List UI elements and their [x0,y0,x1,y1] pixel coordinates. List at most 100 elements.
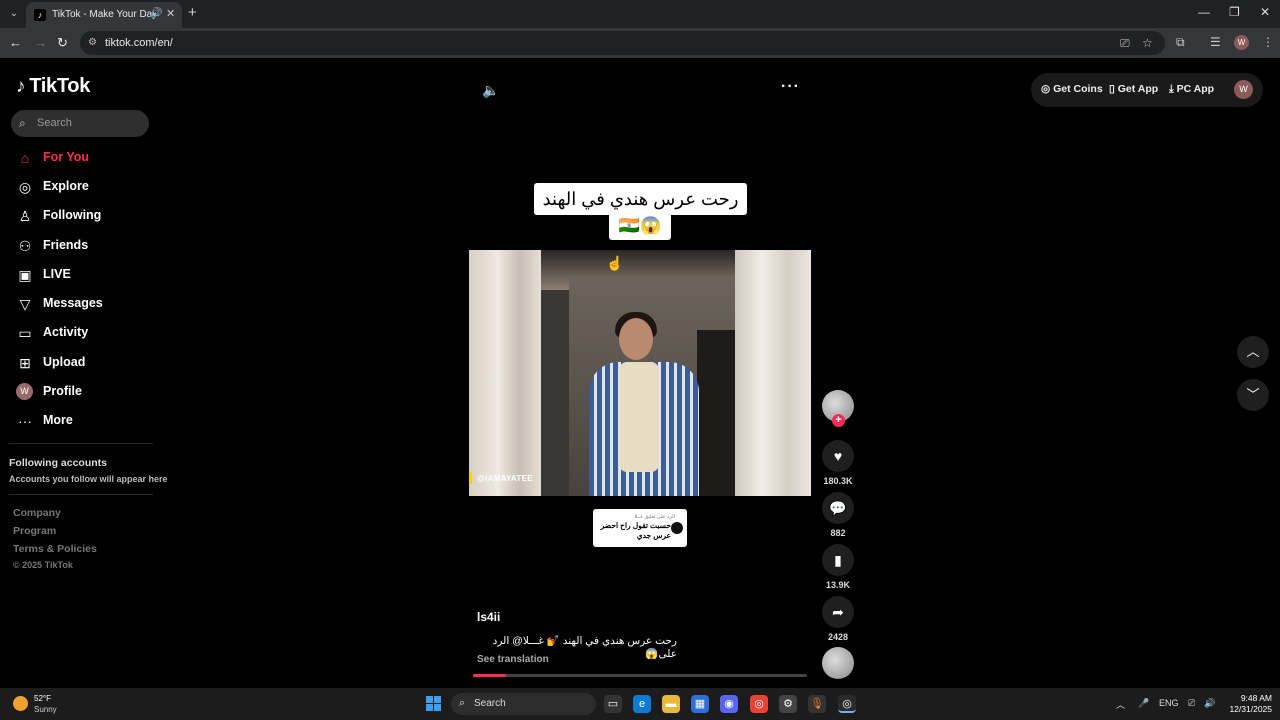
share-count: 2428 [827,632,849,642]
clock-time: 9:48 AM [1240,693,1272,703]
store-icon[interactable]: ▦ [691,695,709,713]
sidebar-item-activity[interactable]: ▭ Activity [16,322,156,346]
browser-tab[interactable]: ♪ TikTok - Make Your Day 🔊 ✕ [26,2,182,28]
video-caption-line1: رحت عرس هندي في الهند [534,183,747,215]
footer-link-program[interactable]: Program [13,525,56,537]
edge-icon[interactable]: e [633,695,651,713]
weather-temp[interactable]: 52°F [34,694,51,703]
messages-icon: ▽ [19,296,31,312]
compass-icon: ◎ [18,179,32,195]
video-frame-person-head [619,318,653,360]
video-progress-bar[interactable] [473,674,807,677]
reply-sticker-text: حسبت تقول راح احضر عرس جدي [600,521,671,540]
cast-icon[interactable]: ⎚ [1120,36,1130,51]
chrome-icon[interactable]: ◎ [750,695,768,713]
next-video-button[interactable]: ﹀ [1237,379,1269,411]
back-icon[interactable]: ← [9,35,22,50]
sidebar-item-profile[interactable]: W Profile [16,381,156,405]
clock[interactable]: 9:48 AM 12/31/2025 [1226,693,1272,715]
microphone-app-icon[interactable]: 🎙 [808,695,826,713]
phone-icon: ▯ [1109,83,1118,95]
pc-app-label: PC App [1176,83,1215,95]
bookmark-star-icon[interactable]: ☆ [1142,36,1153,50]
task-view-icon[interactable]: ▭ [604,695,622,713]
url-text[interactable]: tiktok.com/en/ [105,37,173,49]
sidebar-item-upload[interactable]: ⊞ Upload [16,352,156,376]
browser-menu-icon[interactable]: ⋮ [1262,35,1274,49]
windows-taskbar: 52°F Sunny ⌕ Search ▭ e ▬ ▦ ◉ ◎ ⚙ 🎙 ◎ ︿ … [0,688,1280,720]
minimize-icon[interactable]: — [1198,5,1210,19]
reload-icon[interactable]: ↻ [57,35,68,51]
discord-icon[interactable]: ◉ [720,695,738,713]
more-icon: ··· [18,413,32,429]
steam-icon[interactable]: ⚙ [779,695,797,713]
tab-close-icon[interactable]: ✕ [166,7,175,20]
video-frame-scarf [619,362,659,472]
upload-icon: ⊞ [19,355,31,371]
search-input[interactable]: ⌕ Search [11,110,149,137]
chrome-active-icon[interactable]: ◎ [838,695,856,713]
url-bar[interactable]: ⚙ tiktok.com/en/ ⎚ ☆ [80,31,1165,55]
video-player[interactable]: @IAMAYATEE [469,250,811,496]
pc-app-button[interactable]: ⤓ PC App [1169,83,1214,96]
sidebar-item-following[interactable]: ♙ Following [16,205,156,229]
live-icon: ▣ [18,267,32,283]
chevron-up-icon: ︿ [1246,344,1260,359]
profile-avatar[interactable]: W [1234,80,1253,99]
see-translation-link[interactable]: See translation [477,654,549,665]
tray-mic-icon[interactable]: 🎤 [1138,698,1149,709]
site-info-icon[interactable]: ⚙ [88,37,97,48]
get-app-button[interactable]: ▯ Get App [1109,83,1158,95]
volume-icon[interactable]: 🔈 [482,82,499,99]
footer-link-terms[interactable]: Terms & Policies [13,543,97,555]
network-icon[interactable]: ⎚ [1188,698,1195,709]
tab-media-icon[interactable]: ☰ [1210,35,1221,49]
address-toolbar: ← → ↻ ⚙ tiktok.com/en/ ⎚ ☆ ⧉ ☰ W ⋮ [0,28,1280,58]
video-author[interactable]: ls4ii [477,610,500,624]
like-button[interactable]: ♥ [822,440,854,472]
weather-condition[interactable]: Sunny [34,705,57,714]
start-button[interactable] [426,696,442,712]
tab-search-icon[interactable]: ⌄ [6,6,22,22]
language-indicator[interactable]: ENG [1159,698,1179,708]
clock-date: 12/31/2025 [1229,704,1272,714]
sidebar-item-for-you[interactable]: ⌂ For You [16,147,156,171]
comment-button[interactable]: 💬 [822,492,854,524]
comment-icon: 💬 [829,500,847,516]
sidebar-item-more[interactable]: ··· More [16,410,156,434]
share-button[interactable]: ➦ [822,596,854,628]
follow-plus-icon[interactable]: + [832,414,845,427]
browser-profile-avatar[interactable]: W [1234,35,1249,50]
logo-text: TikTok [29,75,91,97]
sidebar-item-label: LIVE [43,267,71,281]
following-accounts-title: Following accounts [9,457,108,469]
sidebar-item-live[interactable]: ▣ LIVE [16,264,156,288]
watermark-bar [469,472,472,484]
sidebar-item-friends[interactable]: ⚇ Friends [16,235,156,259]
maximize-icon[interactable]: ❐ [1229,5,1240,19]
file-explorer-icon[interactable]: ▬ [662,695,680,713]
taskbar-search[interactable]: ⌕ Search [451,693,596,715]
sidebar-item-label: More [43,413,73,427]
sound-disc-icon[interactable] [822,647,854,679]
tiktok-logo[interactable]: ♪ TikTok [16,75,90,98]
window-close-icon[interactable]: ✕ [1260,5,1270,19]
sidebar-item-label: Upload [43,355,86,369]
tab-audio-icon[interactable]: 🔊 [150,8,162,19]
new-tab-icon[interactable]: + [188,4,197,21]
share-arrow-icon: ➦ [832,604,844,620]
sidebar-item-explore[interactable]: ◎ Explore [16,176,156,200]
sidebar-item-messages[interactable]: ▽ Messages [16,293,156,317]
tray-overflow-icon[interactable]: ︿ [1116,698,1125,711]
comment-count: 882 [830,528,846,538]
sun-icon[interactable] [13,696,28,711]
video-frame-curtain-right [735,250,811,496]
get-coins-button[interactable]: ◎ Get Coins [1041,83,1103,95]
extensions-icon[interactable]: ⧉ [1176,35,1185,50]
video-more-icon[interactable]: ··· [781,78,800,96]
footer-link-company[interactable]: Company [13,507,61,519]
speaker-icon[interactable]: 🔊 [1204,698,1215,709]
save-button[interactable]: ▮ [822,544,854,576]
previous-video-button[interactable]: ︿ [1237,336,1269,368]
forward-icon[interactable]: → [34,35,47,50]
